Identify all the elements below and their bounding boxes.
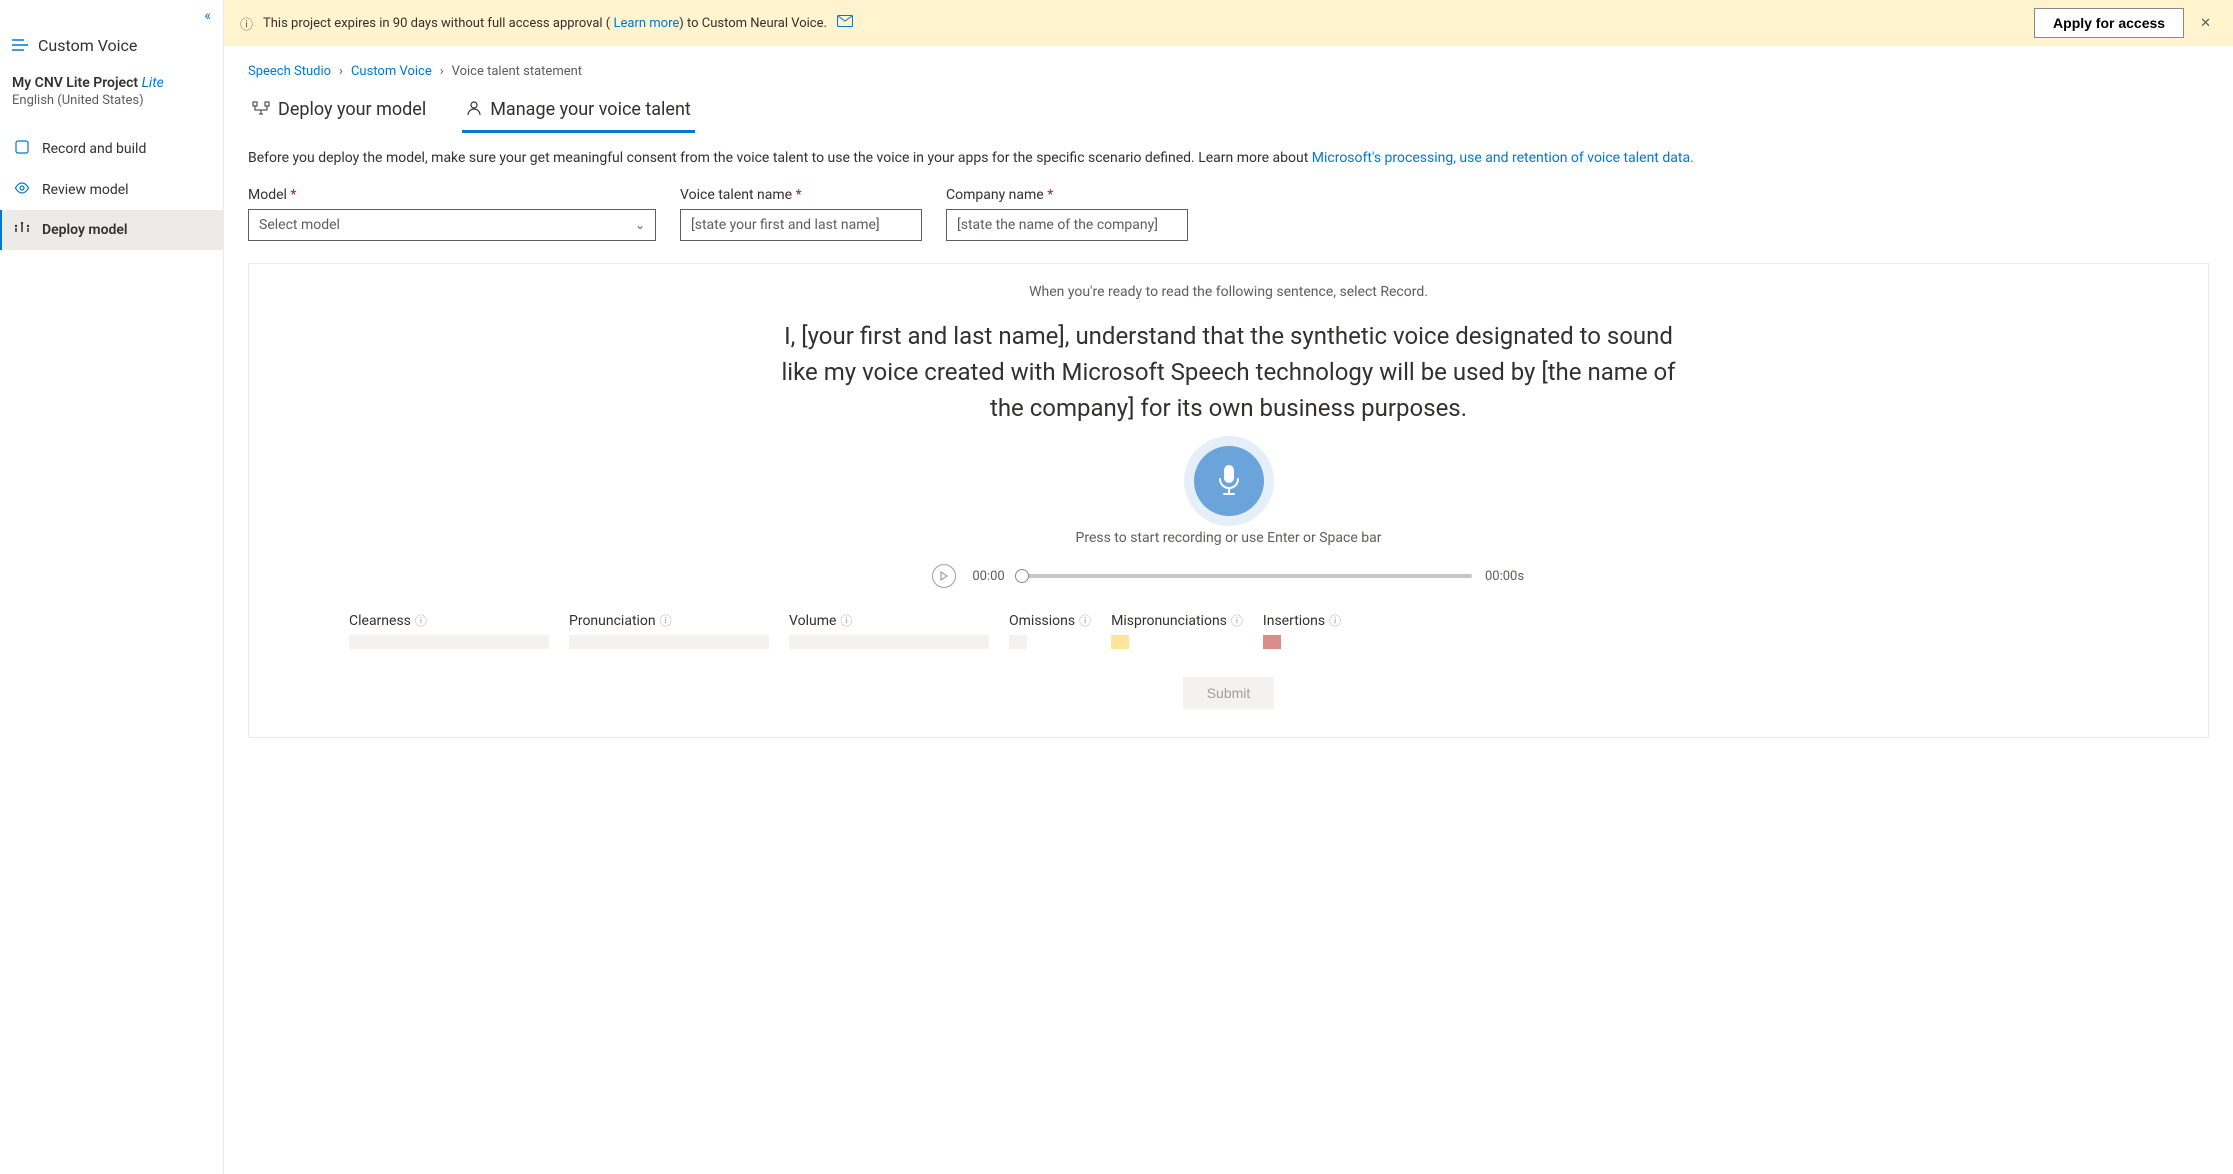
sidebar-item-record[interactable]: Record and build [0,128,223,170]
info-icon[interactable]: ⓘ [1329,612,1341,629]
sidebar: « Custom Voice My CNV Lite Project Lite … [0,0,224,1174]
info-icon[interactable]: ⓘ [660,612,672,629]
project-name: My CNV Lite Project Lite [0,75,223,93]
audio-player: 00:00 00:00s [289,564,2168,588]
tab-manage-talent[interactable]: Manage your voice talent [462,89,695,133]
time-total: 00:00s [1484,569,1526,584]
tabs: Deploy your model Manage your voice tale… [248,89,2209,134]
metric-pronunciation: Pronunciation ⓘ [569,612,769,649]
time-elapsed: 00:00 [968,569,1010,584]
apply-access-button[interactable]: Apply for access [2034,8,2184,38]
submit-button[interactable]: Submit [1183,677,1275,709]
breadcrumb-custom-voice[interactable]: Custom Voice [351,64,432,79]
breadcrumb-speech-studio[interactable]: Speech Studio [248,64,331,79]
tab-label: Deploy your model [278,99,426,120]
model-select[interactable]: Select model ⌄ [248,209,656,241]
info-icon[interactable]: ⓘ [1231,612,1243,629]
metric-insertions: Insertions ⓘ [1263,612,1341,649]
menu-icon [12,36,28,55]
metrics: Clearness ⓘ Pronunciation ⓘ Volume ⓘ Omi… [289,612,2168,649]
slider-thumb[interactable] [1015,569,1029,583]
metric-volume: Volume ⓘ [789,612,989,649]
sidebar-item-label: Review model [42,182,129,198]
collapse-icon[interactable]: « [204,8,211,24]
microphone-icon [1215,463,1243,499]
deploy-icon [14,222,30,238]
metric-omissions: Omissions ⓘ [1009,612,1091,649]
breadcrumb: Speech Studio › Custom Voice › Voice tal… [248,58,2209,89]
company-name-label: Company name * [946,187,1188,203]
main: ⓘ This project expires in 90 days withou… [224,0,2233,1174]
ready-text: When you're ready to read the following … [289,284,2168,300]
tab-label: Manage your voice talent [490,99,691,120]
banner: ⓘ This project expires in 90 days withou… [224,0,2233,46]
statement-text: I, [your first and last name], understan… [779,318,1679,426]
sidebar-item-label: Record and build [42,141,146,157]
app-switcher[interactable]: Custom Voice [0,24,223,75]
info-icon[interactable]: ⓘ [415,612,427,629]
play-icon [940,571,948,581]
breadcrumb-current: Voice talent statement [452,64,582,79]
form-row: Model * Select model ⌄ Voice talent name… [248,187,2209,241]
chevron-down-icon: ⌄ [635,218,645,232]
record-icon [14,140,30,158]
info-icon[interactable]: ⓘ [840,612,852,629]
chevron-right-icon: › [339,64,343,79]
talent-name-input[interactable] [680,209,922,241]
banner-text: This project expires in 90 days without … [263,16,827,31]
person-icon [466,100,482,120]
sidebar-item-deploy[interactable]: Deploy model [0,210,223,250]
model-label: Model * [248,187,656,203]
banner-close-icon[interactable]: ✕ [2194,16,2217,31]
description: Before you deploy the model, make sure y… [248,148,2209,169]
project-locale: English (United States) [0,93,223,128]
deploy-tab-icon [252,100,270,119]
metric-mispronunciations: Mispronunciations ⓘ [1111,612,1243,649]
sidebar-item-review[interactable]: Review model [0,170,223,210]
chevron-right-icon: › [440,64,444,79]
statement-card: When you're ready to read the following … [248,263,2209,738]
info-icon: ⓘ [240,14,253,33]
review-icon [14,182,30,198]
app-label: Custom Voice [38,36,137,55]
play-button[interactable] [932,564,956,588]
record-button[interactable] [1194,446,1264,516]
info-icon[interactable]: ⓘ [1079,612,1091,629]
mail-icon[interactable] [837,15,853,31]
company-name-input[interactable] [946,209,1188,241]
metric-clearness: Clearness ⓘ [349,612,549,649]
sidebar-item-label: Deploy model [42,222,128,238]
tab-deploy[interactable]: Deploy your model [248,89,430,133]
banner-link[interactable]: Learn more [613,16,679,31]
progress-slider[interactable] [1022,574,1472,578]
talent-name-label: Voice talent name * [680,187,922,203]
record-hint: Press to start recording or use Enter or… [289,530,2168,546]
privacy-link[interactable]: Microsoft's processing, use and retentio… [1312,150,1694,166]
